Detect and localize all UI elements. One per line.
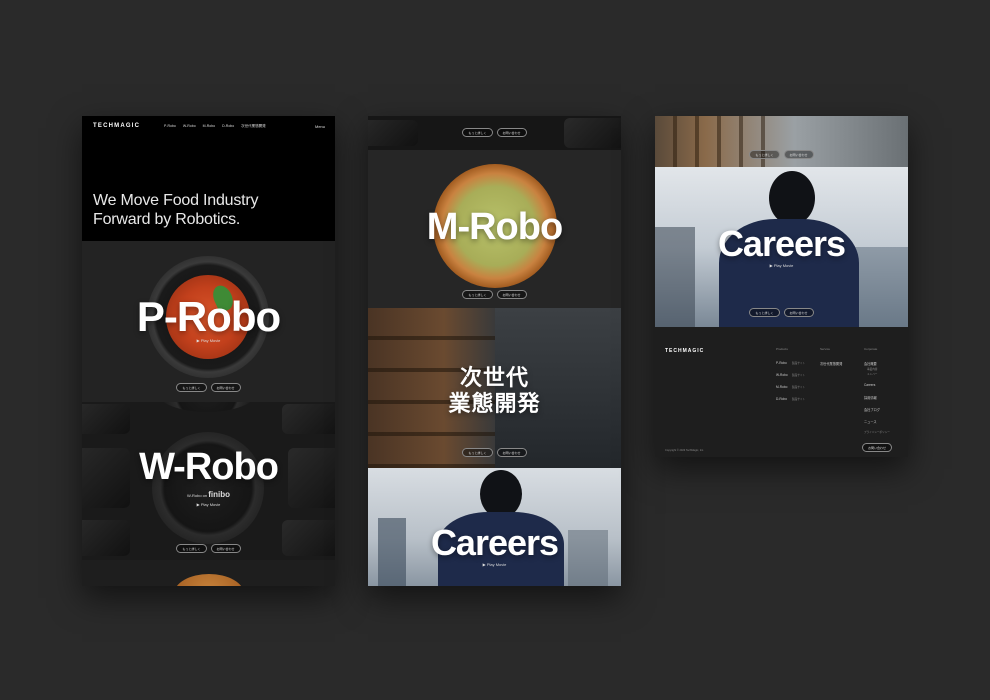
footer-product-link[interactable]: 製品サイト bbox=[792, 397, 805, 401]
page-preview-middle: もっと詳しく お問い合わせ M-Robo もっと詳しく お問い合わせ 次世代 業… bbox=[368, 116, 621, 586]
next-buttons: もっと詳しく お問い合わせ bbox=[368, 448, 621, 457]
careers-buttons: もっと詳しく お問い合わせ bbox=[655, 308, 908, 317]
probo-play-movie[interactable]: ▶ Play Movie bbox=[82, 338, 335, 343]
careers-title: Careers bbox=[430, 522, 559, 563]
footer-contact-button[interactable]: お問い合わせ bbox=[862, 443, 893, 452]
footer-product-link[interactable]: 製品サイト bbox=[792, 373, 805, 377]
footer-col-service: Service bbox=[820, 347, 831, 351]
footer-corp-business[interactable]: 事業内容 bbox=[867, 367, 877, 371]
wrobo-sub-prefix: W-Robo on bbox=[186, 493, 208, 498]
probo-title: P-Robo bbox=[136, 293, 281, 340]
section-next-business: 次世代 業態開発 もっと詳しく お問い合わせ bbox=[368, 308, 621, 468]
kitchen-shelves-image bbox=[655, 116, 780, 167]
footer-corp-members[interactable]: メンバー bbox=[867, 372, 877, 376]
mrobo-more-button[interactable]: もっと詳しく bbox=[462, 290, 493, 299]
plate-image bbox=[157, 402, 257, 412]
wrobo-play-movie[interactable]: ▶ Play Movie bbox=[82, 502, 335, 507]
mrobo-buttons: もっと詳しく お問い合わせ bbox=[368, 290, 621, 299]
section-wrobo-peek: もっと詳しく お問い合わせ bbox=[368, 116, 621, 150]
wrobo-play-label: Play Movie bbox=[200, 502, 221, 507]
section-careers: Careers ▶ Play Movie もっと詳しく お問い合わせ bbox=[655, 167, 908, 327]
next-contact-button[interactable]: お問い合わせ bbox=[496, 448, 527, 457]
probo-play-label: Play Movie bbox=[200, 338, 221, 343]
wrobo-brand-line: W-Robo on finibo bbox=[82, 490, 335, 499]
site-footer: TECHMAGIC Products Service Corporate P-R… bbox=[655, 327, 908, 457]
footer-logo[interactable]: TECHMAGIC bbox=[665, 348, 704, 354]
mrobo-contact-button[interactable]: お問い合わせ bbox=[496, 290, 527, 299]
top-buttons: もっと詳しく お問い合わせ bbox=[368, 128, 621, 137]
footer-product-mrobo[interactable]: M-Robo bbox=[776, 385, 787, 389]
section-careers: Careers ▶ Play Movie bbox=[368, 468, 621, 586]
wrobo-contact-button[interactable]: お問い合わせ bbox=[210, 544, 241, 553]
footer-corp-blog[interactable]: 会社ブログ bbox=[864, 407, 880, 412]
hero-line-1: We Move Food Industry bbox=[93, 192, 259, 209]
footer-col-corporate: Corporate bbox=[864, 347, 878, 351]
next-more-button[interactable]: もっと詳しく bbox=[462, 448, 493, 457]
nav-item-drobo[interactable]: D-Robo bbox=[222, 124, 234, 129]
section-next-peek: もっと詳しく お問い合わせ bbox=[655, 116, 908, 167]
footer-product-drobo[interactable]: D-Robo bbox=[776, 397, 787, 401]
footer-product-link[interactable]: 製品サイト bbox=[792, 361, 805, 365]
logo[interactable]: TECHMAGIC bbox=[93, 123, 140, 129]
careers-play-label: Play Movie bbox=[773, 263, 794, 268]
person-head-image bbox=[769, 171, 815, 225]
probo-buttons: もっと詳しく お問い合わせ bbox=[82, 383, 335, 392]
page-preview-footer: もっと詳しく お問い合わせ Careers ▶ Play Movie もっと詳し… bbox=[655, 116, 908, 457]
footer-col-products: Products bbox=[776, 347, 788, 351]
footer-corp-news[interactable]: ニュース bbox=[864, 419, 877, 424]
careers-more-button[interactable]: もっと詳しく bbox=[749, 308, 780, 317]
nav-items: P-Robo W-Robo M-Robo D-Robo 次世代業態開発 bbox=[164, 124, 266, 129]
global-nav: TECHMAGIC P-Robo W-Robo M-Robo D-Robo 次世… bbox=[82, 116, 335, 136]
footer-product-link[interactable]: 製品サイト bbox=[792, 385, 805, 389]
hero: We Move Food Industry Forward by Robotic… bbox=[82, 136, 335, 241]
footer-corp-privacy[interactable]: プライバシーポリシー bbox=[864, 430, 890, 434]
section-mrobo: M-Robo もっと詳しく お問い合わせ bbox=[368, 150, 621, 308]
more-button[interactable]: もっと詳しく bbox=[462, 128, 493, 137]
top-buttons: もっと詳しく お問い合わせ bbox=[655, 150, 908, 159]
careers-play-movie[interactable]: ▶ Play Movie bbox=[655, 263, 908, 268]
footer-copyright: Copyright © 2023 TechMagic, Inc. bbox=[665, 449, 704, 452]
careers-contact-button[interactable]: お問い合わせ bbox=[783, 308, 814, 317]
contact-button[interactable]: お問い合わせ bbox=[783, 150, 814, 159]
wrobo-title: W-Robo bbox=[139, 446, 279, 488]
nav-item-next[interactable]: 次世代業態開発 bbox=[241, 124, 266, 129]
tray-image bbox=[82, 404, 130, 434]
footer-product-probo[interactable]: P-Robo bbox=[776, 361, 787, 365]
footer-corp-about[interactable]: 会社概要 bbox=[864, 361, 877, 366]
person-head-image bbox=[480, 470, 522, 518]
footer-service-next[interactable]: 次世代業態開発 bbox=[820, 361, 842, 366]
nav-item-wrobo[interactable]: W-Robo bbox=[183, 124, 196, 129]
nav-item-mrobo[interactable]: M-Robo bbox=[203, 124, 215, 129]
probo-contact-button[interactable]: お問い合わせ bbox=[210, 383, 241, 392]
next-title-line-2: 業態開発 bbox=[448, 391, 541, 416]
contact-button[interactable]: お問い合わせ bbox=[496, 128, 527, 137]
footer-product-wrobo[interactable]: W-Robo bbox=[776, 373, 788, 377]
menu-button[interactable]: Menu bbox=[315, 124, 325, 129]
careers-title: Careers bbox=[717, 223, 846, 264]
footer-corp-careers[interactable]: Careers bbox=[864, 383, 875, 387]
page-preview-home: TECHMAGIC P-Robo W-Robo M-Robo D-Robo 次世… bbox=[82, 116, 335, 586]
wrobo-buttons: もっと詳しく お問い合わせ bbox=[82, 544, 335, 553]
section-mrobo-peek bbox=[82, 560, 335, 586]
careers-play-label: Play Movie bbox=[486, 562, 507, 567]
wrobo-more-button[interactable]: もっと詳しく bbox=[176, 544, 207, 553]
probo-more-button[interactable]: もっと詳しく bbox=[176, 383, 207, 392]
footer-corp-recruit[interactable]: 採用情報 bbox=[864, 395, 877, 400]
section-probo: P-Robo ▶ Play Movie もっと詳しく お問い合わせ bbox=[82, 241, 335, 402]
careers-play-movie[interactable]: ▶ Play Movie bbox=[368, 562, 621, 567]
more-button[interactable]: もっと詳しく bbox=[749, 150, 780, 159]
section-wrobo: W-Robo W-Robo on finibo ▶ Play Movie もっと… bbox=[82, 402, 335, 560]
salad-bowl-image bbox=[174, 574, 244, 586]
tray-image bbox=[282, 404, 335, 434]
hero-line-2: Forward by Robotics. bbox=[93, 211, 241, 228]
mrobo-title: M-Robo bbox=[426, 206, 563, 248]
finibo-logo: finibo bbox=[208, 490, 231, 499]
nav-item-probo[interactable]: P-Robo bbox=[164, 124, 176, 129]
